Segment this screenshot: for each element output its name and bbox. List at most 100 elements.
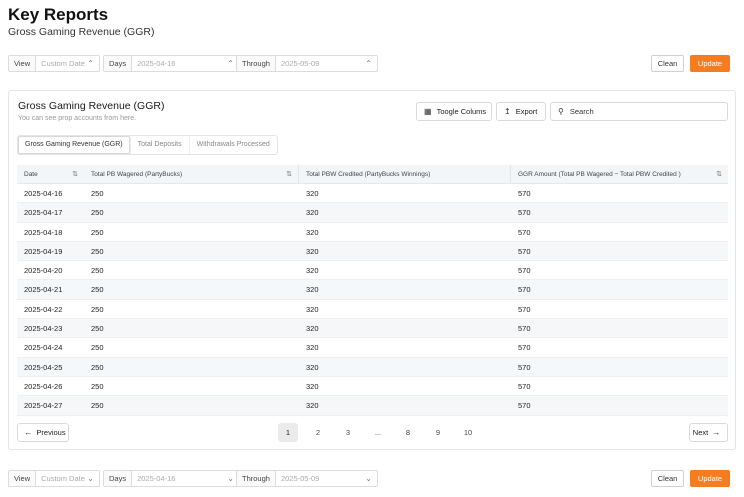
cell-pb-wagered: 250 [91, 381, 104, 391]
cell-date: 2025-04-23 [24, 324, 63, 334]
cell-pb-wagered: 250 [91, 362, 104, 372]
cell-pbw-credited: 320 [306, 246, 319, 256]
chevron-down-icon: ⌄ [365, 474, 372, 483]
view-select[interactable]: View Custom Date ⌄ [8, 470, 100, 487]
sort-icon[interactable]: ⇅ [716, 165, 722, 183]
table-row: 2025-04-17 250 320 570 [17, 203, 728, 223]
cell-pbw-credited: 320 [306, 208, 319, 218]
clean-button[interactable]: Clean [651, 55, 684, 72]
cell-pbw-credited: 320 [306, 285, 319, 295]
cell-pb-wagered: 250 [91, 266, 104, 276]
cell-pbw-credited: 320 [306, 343, 319, 353]
cell-date: 2025-04-16 [24, 189, 63, 198]
days-label: Days [104, 56, 133, 71]
cell-ggr-amount: 570 [518, 285, 531, 295]
cell-pb-wagered: 250 [91, 208, 104, 218]
view-label: View [9, 56, 37, 71]
days-value: 2025-04-16 ⌃ [132, 56, 239, 71]
cell-ggr-amount: 570 [518, 227, 531, 237]
cell-date: 2025-04-18 [24, 227, 63, 237]
page-9[interactable]: 9 [428, 423, 448, 442]
view-select[interactable]: View Custom Date ⌃ [8, 55, 100, 72]
cell-ggr-amount: 570 [518, 324, 531, 334]
through-select[interactable]: Through 2025-05-09 ⌃ [236, 55, 378, 72]
previous-button[interactable]: ← Previous [17, 423, 69, 442]
report-table: Date ⇅ Total PB Wagered (PartyBucks) ⇅ Tot… [17, 165, 728, 416]
columns-icon: ▦ [424, 107, 432, 116]
export-button[interactable]: ↥ Export [496, 102, 546, 121]
table-row: 2025-04-27 250 320 570 [17, 396, 728, 416]
cell-pbw-credited: 320 [306, 227, 319, 237]
table-row: 2025-04-26 250 320 570 [17, 377, 728, 397]
tab-ggr[interactable]: Gross Gaming Revenue (GGR) [18, 136, 131, 154]
cell-pb-wagered: 250 [91, 343, 104, 353]
search-box[interactable]: ⚲ [550, 102, 728, 121]
previous-label: Previous [36, 428, 66, 437]
through-value: 2025-05-09 ⌄ [276, 471, 377, 486]
cell-pb-wagered: 250 [91, 227, 104, 237]
days-select[interactable]: Days 2025-04-16 ⌄ [103, 470, 240, 487]
tab-total-deposits[interactable]: Total Deposits [131, 136, 190, 154]
page-8[interactable]: 8 [398, 423, 418, 442]
cell-date: 2025-04-19 [24, 246, 63, 256]
column-header-date[interactable]: Date ⇅ [17, 165, 84, 183]
column-header-pb-wagered[interactable]: Total PB Wagered (PartyBucks) ⇅ [84, 165, 299, 183]
chevron-down-icon: ⌄ [227, 474, 234, 483]
toggle-columns-label: Toogle Colums [436, 107, 487, 116]
cell-pb-wagered: 250 [91, 189, 104, 198]
cell-pbw-credited: 320 [306, 304, 319, 314]
cell-date: 2025-04-26 [24, 381, 63, 391]
report-card: Gross Gaming Revenue (GGR) You can see p… [8, 90, 736, 450]
search-input[interactable] [569, 107, 720, 116]
table-row: 2025-04-16 250 320 570 [17, 184, 728, 204]
chevron-up-icon: ⌃ [365, 59, 372, 68]
cell-ggr-amount: 570 [518, 362, 531, 372]
cell-date: 2025-04-24 [24, 343, 63, 353]
cell-ggr-amount: 570 [518, 304, 531, 314]
cell-ggr-amount: 570 [518, 401, 531, 411]
cell-ggr-amount: 570 [518, 208, 531, 218]
table-row: 2025-04-24 250 320 570 [17, 338, 728, 358]
column-header-pbw-credited[interactable]: Total PBW Credited (PartyBucks Winnings) [299, 165, 511, 183]
cell-date: 2025-04-21 [24, 285, 63, 295]
table-body: 2025-04-16 250 320 570 2025-04-17 250 320 570 20… [17, 184, 728, 416]
page-2[interactable]: 2 [308, 423, 328, 442]
through-select[interactable]: Through 2025-05-09 ⌄ [236, 470, 378, 487]
chevron-up-icon: ⌃ [87, 59, 94, 68]
cell-ggr-amount: 570 [518, 246, 531, 256]
cell-pb-wagered: 250 [91, 304, 104, 314]
cell-pb-wagered: 250 [91, 285, 104, 295]
toggle-columns-button[interactable]: ▦ Toogle Colums [416, 102, 492, 121]
report-tabs: Gross Gaming Revenue (GGR) Total Deposit… [17, 135, 278, 155]
through-value: 2025-05-09 ⌃ [276, 56, 377, 71]
cell-pbw-credited: 320 [306, 266, 319, 276]
cell-pb-wagered: 250 [91, 246, 104, 256]
next-button[interactable]: Next → [689, 423, 728, 442]
cell-pbw-credited: 320 [306, 189, 319, 198]
column-header-ggr-amount[interactable]: GGR Amount (Total PB Wagered − Total PBW… [511, 165, 728, 183]
page-ellipsis: ... [374, 428, 382, 437]
through-label: Through [237, 471, 276, 486]
cell-ggr-amount: 570 [518, 266, 531, 276]
sort-icon[interactable]: ⇅ [286, 165, 292, 183]
filter-bar-bottom: View Custom Date ⌄ Days 2025-04-16 ⌄ Throu… [8, 470, 730, 487]
page-1[interactable]: 1 [278, 423, 298, 442]
days-label: Days [104, 471, 133, 486]
page-subtitle: Gross Gaming Revenue (GGR) [8, 26, 155, 38]
update-button[interactable]: Update [690, 55, 730, 72]
clean-button[interactable]: Clean [651, 470, 684, 487]
cell-date: 2025-04-17 [24, 208, 63, 218]
sort-icon[interactable]: ⇅ [72, 165, 78, 183]
chevron-down-icon: ⌄ [87, 474, 94, 483]
page-10[interactable]: 10 [458, 423, 478, 442]
cell-pb-wagered: 250 [91, 401, 104, 411]
page-3[interactable]: 3 [338, 423, 358, 442]
table-row: 2025-04-22 250 320 570 [17, 300, 728, 320]
search-icon: ⚲ [558, 107, 564, 116]
table-row: 2025-04-20 250 320 570 [17, 261, 728, 281]
tab-withdrawals-processed[interactable]: Withdrawals Processed [190, 136, 277, 154]
days-select[interactable]: Days 2025-04-16 ⌃ [103, 55, 240, 72]
update-button[interactable]: Update [690, 470, 730, 487]
view-value: Custom Date ⌄ [36, 471, 99, 486]
view-value: Custom Date ⌃ [36, 56, 99, 71]
